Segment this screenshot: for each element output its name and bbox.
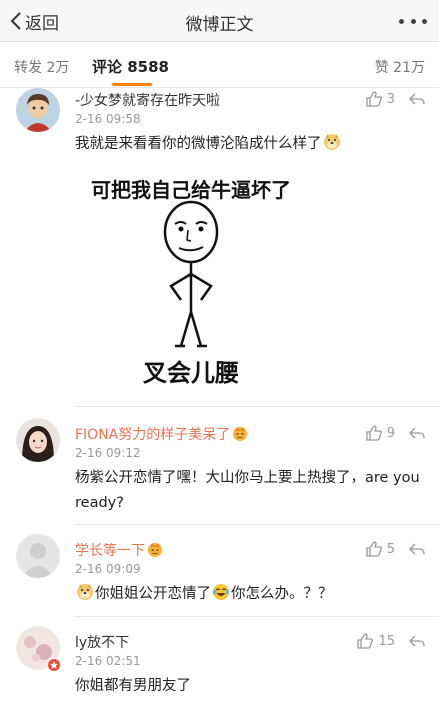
comment-username[interactable]: ly放不下 <box>75 632 129 652</box>
comment-time: 2-16 09:12 <box>75 446 141 460</box>
like-count: 9 <box>386 425 395 441</box>
like-count: 15 <box>378 633 395 649</box>
comment-divider <box>75 524 439 525</box>
comment-item: ly放不下 2-16 02:51 15 你姐都有男朋友了 <box>0 626 439 712</box>
like-button[interactable]: 3 <box>365 90 425 108</box>
reply-icon[interactable] <box>409 543 425 555</box>
thumbs-up-icon <box>366 91 382 107</box>
comment-username[interactable]: 学长等一下 <box>75 540 165 560</box>
comment-item: -少女梦就寄存在昨天啦 2-16 09:58 3 我就是来看看你的微博沦陷成什么… <box>0 88 439 408</box>
comment-username[interactable]: -少女梦就寄存在昨天啦 <box>75 90 220 110</box>
tab-likes[interactable]: 赞 21万 <box>375 57 425 77</box>
like-button[interactable]: 5 <box>365 540 425 558</box>
comment-text: 你姐都有男朋友了 <box>75 678 191 694</box>
comment-text: 杨紫公开恋情了嘿！大山你马上要上热搜了，are you ready? <box>75 470 420 511</box>
comment-text-part: 你怎么办。？？ <box>231 586 333 602</box>
avatar[interactable] <box>16 534 60 578</box>
comment-time: 2-16 02:51 <box>75 654 141 668</box>
reply-icon[interactable] <box>409 427 425 439</box>
comment-text: 我就是来看看你的微博沦陷成什么样了 <box>75 132 420 157</box>
like-button[interactable]: 15 <box>356 632 425 650</box>
comment-time: 2-16 09:09 <box>75 562 141 576</box>
avatar[interactable] <box>16 418 60 462</box>
like-count: 3 <box>386 91 395 107</box>
thumbs-up-icon <box>357 633 374 649</box>
comment-username[interactable]: FIONA努力的样子美呆了 <box>75 424 250 444</box>
thumbs-up-icon <box>366 541 382 557</box>
comment-item: 学长等一下 2-16 09:09 5 你姐姐公开恋情了 你怎么办。？？ <box>0 534 439 614</box>
more-options-icon[interactable] <box>399 12 427 30</box>
doge-emoji-icon <box>77 584 93 600</box>
laughing-tears-emoji-icon <box>213 584 229 600</box>
verified-badge-icon <box>47 658 61 672</box>
thumbs-up-icon <box>366 425 382 441</box>
comment-time: 2-16 09:58 <box>75 112 141 126</box>
reply-icon[interactable] <box>409 93 425 105</box>
avatar[interactable] <box>16 88 60 132</box>
page-title: 微博正文 <box>185 15 254 35</box>
like-count: 5 <box>386 541 395 557</box>
comment-item: FIONA努力的样子美呆了 2-16 09:12 9 杨紫公开恋情了嘿！大山你马… <box>0 418 439 518</box>
tab-comments[interactable]: 评论 8588 <box>92 56 169 77</box>
meme-top-text: 可把我自己给牛逼坏了 <box>91 178 291 202</box>
comment-username-text: 学长等一下 <box>75 543 145 559</box>
comment-text: 你姐姐公开恋情了 你怎么办。？？ <box>75 582 420 607</box>
tab-bar: 转发 2万 评论 8588 赞 21万 <box>0 43 439 88</box>
comment-text-part: 你姐姐公开恋情了 <box>95 586 211 602</box>
active-tab-indicator <box>112 83 152 86</box>
comment-divider <box>75 406 439 407</box>
comment-divider <box>75 616 439 617</box>
meme-bottom-text: 叉会儿腰 <box>143 359 239 387</box>
like-button[interactable]: 9 <box>365 424 425 442</box>
comment-text-content: 我就是来看看你的微博沦陷成什么样了 <box>75 136 322 152</box>
reply-icon[interactable] <box>409 635 425 647</box>
vip-crown-icon <box>148 543 162 557</box>
tab-reposts[interactable]: 转发 2万 <box>14 57 69 77</box>
top-bar: 返回 微博正文 <box>0 0 439 42</box>
meme-image[interactable]: 可把我自己给牛逼坏了 叉会儿腰 <box>75 168 307 400</box>
comment-username-text: FIONA努力的样子美呆了 <box>75 427 231 443</box>
vip-crown-icon <box>233 427 248 441</box>
doge-emoji-icon <box>323 134 340 150</box>
stick-figure-icon <box>163 200 219 348</box>
